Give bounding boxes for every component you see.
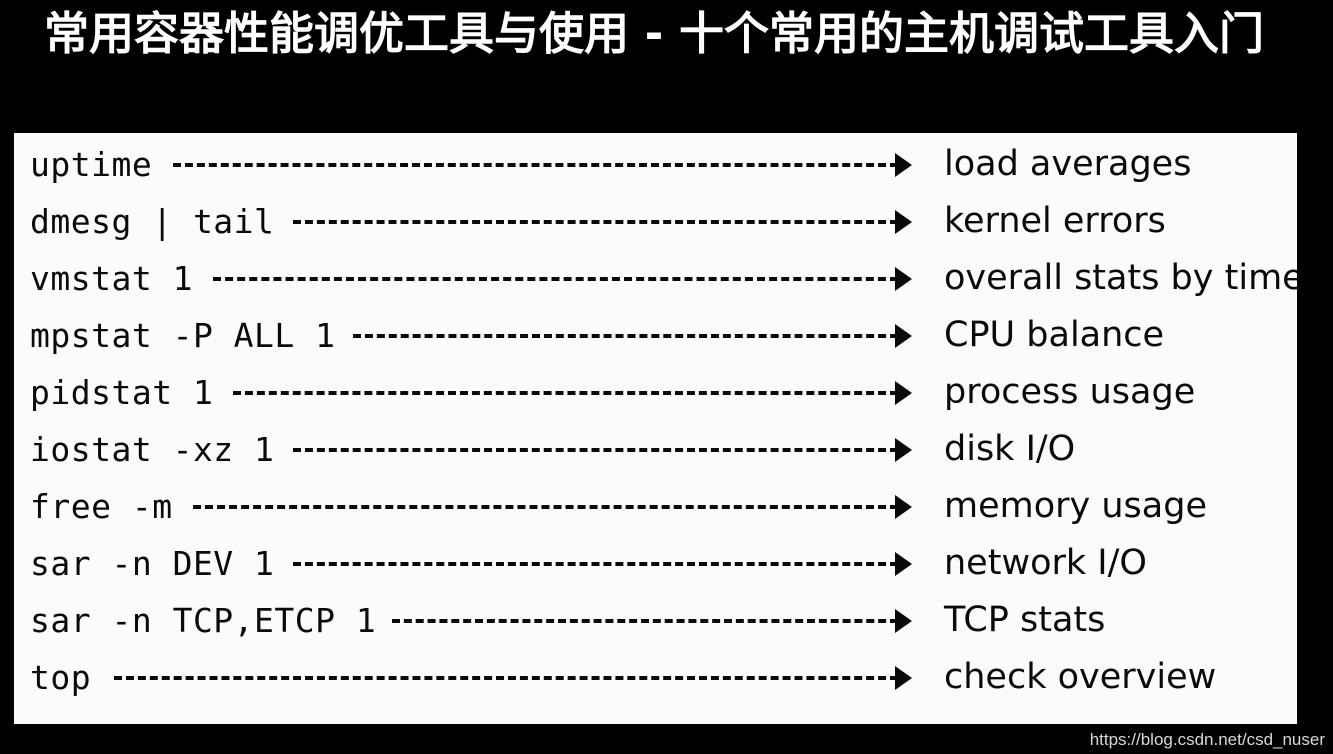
arrow-head-icon xyxy=(895,324,912,348)
dashed-line xyxy=(292,562,898,566)
command-text: uptime xyxy=(30,145,153,184)
dashed-line xyxy=(173,163,898,167)
description-text: kernel errors xyxy=(944,201,1166,241)
description-text: process usage xyxy=(944,372,1196,412)
arrow-head-icon xyxy=(894,438,912,462)
description-text: TCP stats xyxy=(944,600,1106,640)
dashed-arrow-icon xyxy=(292,193,912,250)
arrow-head-icon xyxy=(894,552,912,576)
tool-row: uptime load averages xyxy=(14,136,1297,193)
watermark: https://blog.csdn.net/csd_nuser xyxy=(1089,730,1325,749)
arrow-head-icon xyxy=(894,381,912,405)
dashed-line xyxy=(292,220,898,224)
dashed-line xyxy=(352,334,898,338)
arrow-head-icon xyxy=(894,210,912,234)
dashed-line xyxy=(213,277,898,281)
description-text: check overview xyxy=(944,657,1217,697)
arrow-head-icon xyxy=(894,267,912,291)
command-text: pidstat 1 xyxy=(30,373,214,412)
dashed-arrow-icon xyxy=(173,136,912,193)
dashed-arrow-icon xyxy=(213,250,912,307)
dashed-arrow-icon xyxy=(193,478,912,535)
command-text: sar -n TCP,ETCP 1 xyxy=(30,601,377,640)
arrow-head-icon xyxy=(894,153,912,177)
dashed-line xyxy=(193,505,898,509)
tool-row: mpstat -P ALL 1 CPU balance xyxy=(14,307,1297,364)
tool-row: sar -n TCP,ETCP 1 TCP stats xyxy=(14,592,1297,649)
description-text: network I/O xyxy=(944,543,1147,583)
tool-row: sar -n DEV 1 network I/O xyxy=(14,535,1297,592)
page-title: 常用容器性能调优工具与使用 - 十个常用的主机调试工具入门 xyxy=(44,7,1265,60)
tool-row: free -m memory usage xyxy=(14,478,1297,535)
dashed-line xyxy=(292,448,898,452)
description-text: disk I/O xyxy=(944,429,1076,469)
tool-row: dmesg | tail kernel errors xyxy=(14,193,1297,250)
dashed-line xyxy=(392,619,898,623)
description-text: memory usage xyxy=(944,486,1207,526)
dashed-line xyxy=(233,391,898,395)
description-text: CPU balance xyxy=(944,315,1165,355)
title-bar: 常用容器性能调优工具与使用 - 十个常用的主机调试工具入门 xyxy=(0,0,1333,133)
command-text: vmstat 1 xyxy=(30,259,193,298)
tools-panel: uptime load averages dmesg | tail kernel er… xyxy=(14,133,1297,724)
dashed-arrow-icon xyxy=(292,421,912,478)
arrow-head-icon xyxy=(894,666,912,690)
tool-row: iostat -xz 1 disk I/O xyxy=(14,421,1297,478)
command-text: iostat -xz 1 xyxy=(30,430,275,469)
command-text: mpstat -P ALL 1 xyxy=(30,316,336,355)
dashed-arrow-icon xyxy=(352,307,912,364)
tool-row: vmstat 1 overall stats by time xyxy=(14,250,1297,307)
tool-row: pidstat 1 process usage xyxy=(14,364,1297,421)
command-text: sar -n DEV 1 xyxy=(30,544,275,583)
tool-row: top check overview xyxy=(14,649,1297,706)
dashed-arrow-icon xyxy=(113,649,912,706)
command-text: top xyxy=(30,658,92,697)
description-text: overall stats by time xyxy=(944,258,1297,298)
arrow-head-icon xyxy=(894,609,912,633)
dashed-line xyxy=(113,676,898,680)
description-text: load averages xyxy=(944,144,1192,184)
command-text: free -m xyxy=(30,487,173,526)
dashed-arrow-icon xyxy=(233,364,912,421)
arrow-head-icon xyxy=(894,495,912,519)
dashed-arrow-icon xyxy=(392,592,912,649)
command-text: dmesg | tail xyxy=(30,202,275,241)
dashed-arrow-icon xyxy=(292,535,912,592)
